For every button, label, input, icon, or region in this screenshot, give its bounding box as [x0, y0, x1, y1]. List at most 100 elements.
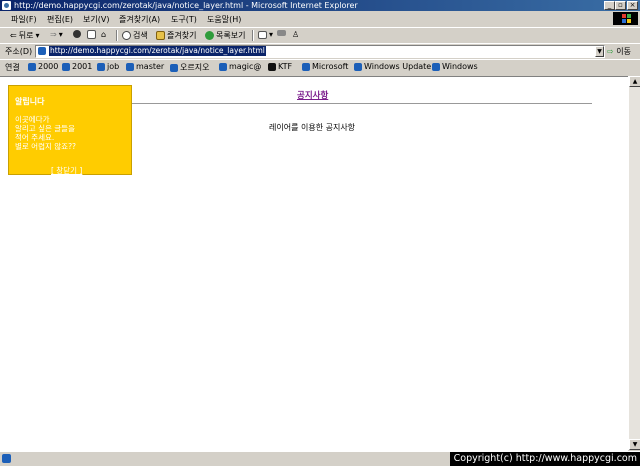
link-label: 2000	[38, 62, 59, 71]
page-icon	[302, 62, 310, 71]
link-item[interactable]: KTF	[268, 62, 292, 71]
layer-close-link[interactable]: [ 창닫기 ]	[51, 165, 82, 176]
messenger-button[interactable]: ♙	[292, 30, 299, 39]
close-button[interactable]: ×	[627, 1, 638, 10]
links-label: 연결	[5, 63, 20, 72]
menu-bar: 파일(F) 편집(E) 보기(V) 즐겨찾기(A) 도구(T) 도움말(H)	[0, 11, 640, 28]
link-item[interactable]: job	[97, 62, 119, 71]
notice-title-link[interactable]: 공지사항	[297, 89, 328, 101]
search-button[interactable]: 검색	[122, 30, 148, 41]
link-item[interactable]: Windows	[432, 62, 478, 71]
mail-button[interactable]: ▾	[258, 30, 273, 39]
back-button[interactable]: ⇐ 뒤로 ▾	[10, 30, 39, 41]
home-icon: ⌂	[101, 30, 107, 39]
toolbar: ⇐ 뒤로 ▾ ⇒ ▾ ⌂ 검색 즐겨찾기 목록보기 ▾ ♙	[0, 28, 640, 44]
link-item[interactable]: magic@	[219, 62, 261, 71]
windows-logo-icon	[613, 12, 638, 25]
chevron-down-icon: ▾	[58, 30, 63, 39]
refresh-button[interactable]	[87, 30, 96, 39]
stop-icon	[73, 30, 81, 38]
copyright-text: Copyright(c) http://www.happycgi.com	[449, 452, 640, 466]
page-icon	[219, 62, 227, 71]
page-content: 공지사항 레이어를 이용한 공지사항 알립니다 이곳에다가 알리고 싶은 글들을…	[0, 76, 628, 451]
scroll-down-button[interactable]: ▼	[629, 439, 640, 450]
history-icon	[205, 31, 214, 40]
refresh-icon	[87, 30, 96, 39]
page-icon	[28, 62, 36, 71]
mail-icon	[258, 30, 267, 39]
link-item[interactable]: Microsoft	[302, 62, 348, 71]
menu-view[interactable]: 보기(V)	[83, 14, 109, 25]
chevron-down-icon: ▾	[35, 31, 40, 40]
print-icon	[277, 30, 286, 36]
address-input[interactable]: http://demo.happycgi.com/zerotak/java/no…	[35, 45, 605, 58]
layer-body: 이곳에다가 알리고 싶은 글들을 적어 주세요. 별로 어렵지 않죠??	[15, 115, 77, 151]
page-icon	[170, 63, 178, 72]
search-icon	[122, 31, 131, 40]
back-label: 뒤로	[18, 31, 34, 40]
chevron-down-icon: ▾	[269, 30, 274, 39]
links-bar: 연결 2000 2001 job master 오르지오 magic@ KTF …	[0, 60, 640, 74]
menu-tools[interactable]: 도구(T)	[171, 14, 197, 25]
back-arrow-icon: ⇐	[10, 31, 17, 40]
history-label: 목록보기	[216, 31, 246, 40]
link-label: Microsoft	[312, 62, 349, 71]
stop-button[interactable]	[73, 30, 81, 38]
link-label: KTF	[278, 62, 293, 71]
link-label: Windows	[442, 62, 478, 71]
link-item[interactable]: master	[126, 62, 164, 71]
page-icon	[268, 62, 276, 71]
link-item[interactable]: 오르지오	[170, 62, 209, 73]
menu-favorites[interactable]: 즐겨찾기(A)	[119, 14, 160, 25]
notice-layer: 알립니다 이곳에다가 알리고 싶은 글들을 적어 주세요. 별로 어렵지 않죠?…	[8, 85, 132, 175]
link-label: 2001	[72, 62, 93, 71]
vertical-scrollbar[interactable]: ▲ ▼	[628, 76, 640, 450]
link-item[interactable]: 2001	[62, 62, 92, 71]
page-icon	[38, 47, 46, 55]
ie-icon	[2, 1, 11, 10]
menu-help[interactable]: 도움말(H)	[207, 14, 241, 25]
link-label: job	[107, 62, 120, 71]
address-label: 주소(D)	[5, 47, 33, 56]
address-url[interactable]: http://demo.happycgi.com/zerotak/java/no…	[49, 46, 266, 56]
menu-file[interactable]: 파일(F)	[11, 14, 37, 25]
forward-arrow-icon: ⇒	[50, 30, 57, 39]
favorites-button[interactable]: 즐겨찾기	[156, 30, 196, 41]
page-icon	[126, 62, 134, 71]
page-icon	[432, 62, 440, 71]
toolbar-separator	[252, 30, 254, 41]
window-title: http://demo.happycgi.com/zerotak/java/no…	[14, 1, 358, 10]
print-button[interactable]	[277, 30, 286, 36]
scroll-up-button[interactable]: ▲	[629, 76, 640, 87]
page-icon	[97, 62, 105, 71]
link-item[interactable]: Windows Update	[354, 62, 431, 71]
layer-title: 알립니다	[15, 97, 45, 106]
go-button[interactable]: ⇨ 이동	[607, 46, 631, 57]
link-label: magic@	[229, 62, 262, 71]
page-status-icon	[2, 454, 11, 463]
title-bar: http://demo.happycgi.com/zerotak/java/no…	[0, 0, 640, 11]
favorites-icon	[156, 31, 165, 40]
go-label: 이동	[616, 47, 631, 56]
favorites-label: 즐겨찾기	[167, 31, 197, 40]
link-label: master	[136, 62, 165, 71]
page-icon	[62, 62, 70, 71]
maximize-button[interactable]: ▫	[615, 1, 626, 10]
person-icon: ♙	[292, 30, 300, 39]
home-button[interactable]: ⌂	[101, 30, 106, 39]
page-icon	[354, 62, 362, 71]
status-bar: Copyright(c) http://www.happycgi.com	[0, 451, 640, 466]
history-button[interactable]: 목록보기	[205, 30, 245, 41]
page-body-text: 레이어를 이용한 공지사항	[269, 123, 356, 132]
forward-button[interactable]: ⇒ ▾	[50, 30, 63, 39]
address-dropdown-button[interactable]: ▼	[595, 46, 604, 57]
search-label: 검색	[133, 31, 148, 40]
toolbar-separator	[116, 30, 118, 41]
address-bar: 주소(D) http://demo.happycgi.com/zerotak/j…	[0, 44, 640, 60]
link-label: Windows Update	[364, 62, 432, 71]
link-label: 오르지오	[180, 63, 210, 72]
menu-edit[interactable]: 편집(E)	[47, 14, 73, 25]
link-item[interactable]: 2000	[28, 62, 58, 71]
minimize-button[interactable]: _	[604, 1, 615, 10]
go-arrow-icon: ⇨	[607, 47, 614, 56]
